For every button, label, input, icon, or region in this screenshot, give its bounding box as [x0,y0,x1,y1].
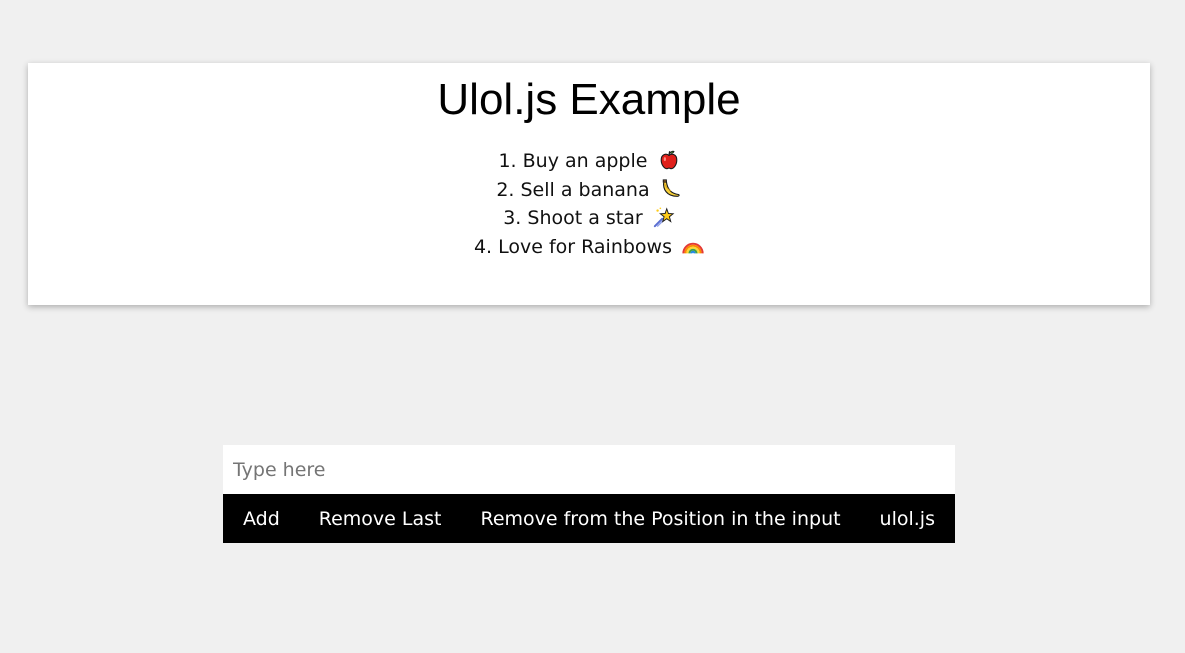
list-item-label: 2. Sell a banana [496,178,650,201]
list-item-label: 4. Love for Rainbows [473,235,672,258]
example-card: Ulol.js Example 1. Buy an apple 2. Sell … [28,63,1150,305]
add-button[interactable]: Add [243,508,280,530]
button-bar: Add Remove Last Remove from the Position… [223,494,955,543]
apple-icon [660,150,677,170]
list-item: 3. Shoot a star [28,204,1150,233]
rainbow-icon [682,242,704,254]
shooting-star-icon [653,207,675,228]
list-item-label: 1. Buy an apple [498,150,648,172]
ulol-link-button[interactable]: ulol.js [880,508,935,530]
item-list: 1. Buy an apple 2. Sell a banana 3. Shoo… [28,147,1150,261]
list-item: 2. Sell a banana [28,176,1150,205]
remove-last-button[interactable]: Remove Last [319,508,442,530]
controls-panel: Add Remove Last Remove from the Position… [223,445,955,543]
item-text-input[interactable] [223,445,955,494]
list-item: 4. Love for Rainbows [28,233,1150,262]
page-title: Ulol.js Example [437,75,741,124]
remove-from-position-button[interactable]: Remove from the Position in the input [480,508,840,530]
list-item-label: 3. Shoot a star [503,207,643,229]
banana-icon [662,178,680,197]
list-item: 1. Buy an apple [28,147,1150,176]
